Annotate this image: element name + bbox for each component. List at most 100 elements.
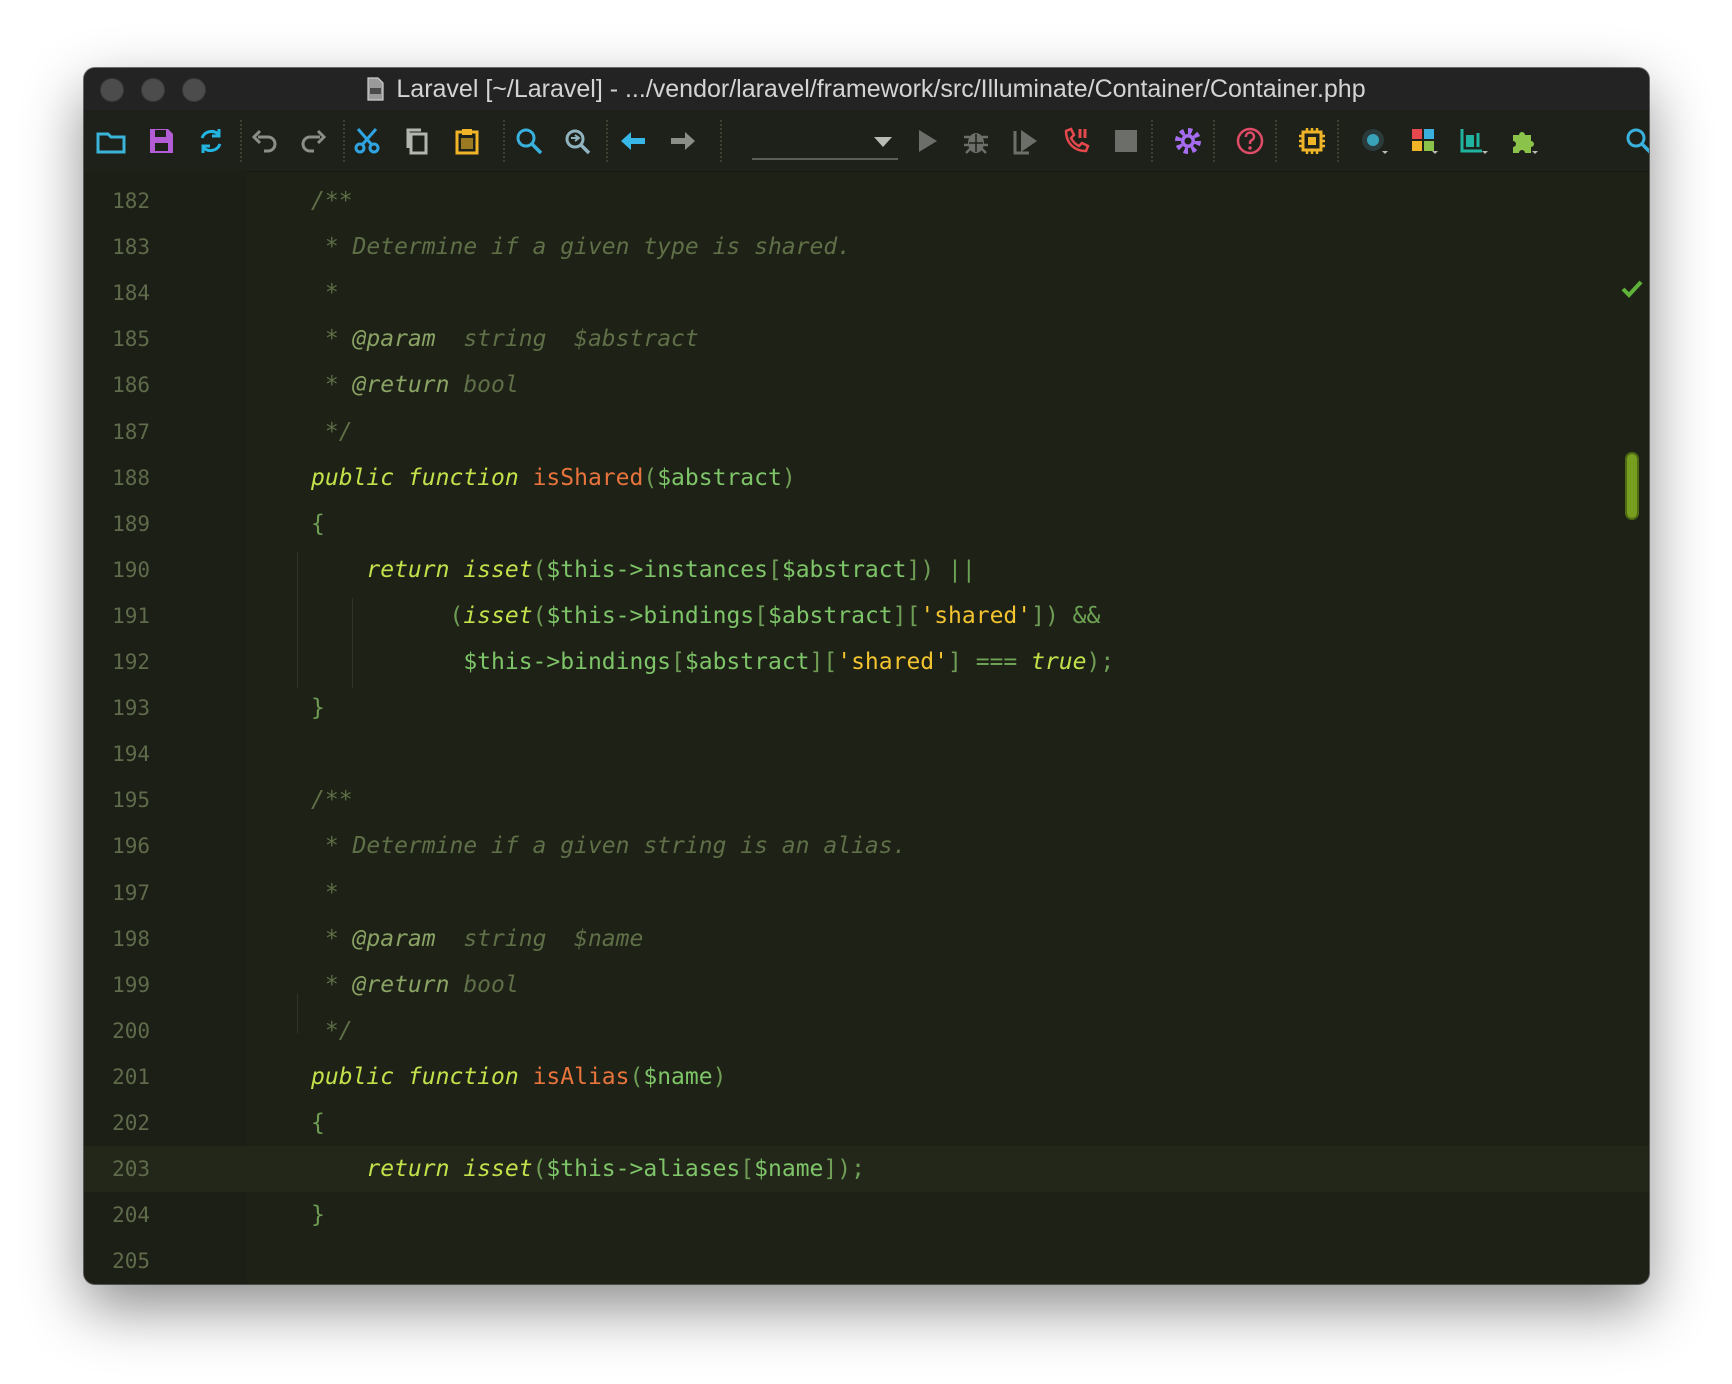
close-window-button[interactable] [100, 78, 124, 102]
open-folder-button[interactable] [94, 124, 128, 158]
code-text: /** [311, 777, 353, 823]
search-button[interactable] [1622, 124, 1649, 158]
data-icon [1460, 129, 1488, 154]
code-token: /** [311, 188, 353, 214]
toolbar-separator [1151, 120, 1153, 162]
stop-icon [1115, 130, 1137, 152]
replace-button[interactable] [560, 124, 594, 158]
toolbar-separator [1337, 120, 1339, 162]
sync-icon [200, 129, 222, 153]
code-token: } [311, 1202, 325, 1229]
line-number: 195 [112, 788, 150, 813]
toolbar-separator [606, 120, 608, 162]
code-token: [ [767, 556, 782, 583]
code-line: 199 * @return bool [84, 962, 1649, 1008]
line-number: 193 [112, 696, 150, 721]
chevron-down-icon [874, 137, 892, 147]
settings-gear-icon [1175, 128, 1201, 154]
help-button[interactable] [1233, 124, 1267, 158]
run-coverage-button[interactable] [1009, 124, 1043, 158]
back-arrow-icon [621, 132, 645, 150]
data-button[interactable] [1457, 124, 1491, 158]
title-bar: Laravel [~/Laravel] - .../vendor/laravel… [84, 68, 1649, 110]
chip-button[interactable] [1295, 124, 1329, 158]
debug-button[interactable] [959, 124, 993, 158]
code-token: */ [311, 418, 353, 445]
minimize-window-button[interactable] [141, 78, 165, 102]
code-token: ][ [892, 602, 921, 629]
code-line: 190 return isset($this->instances[$abstr… [84, 547, 1649, 593]
zoom-window-button[interactable] [182, 78, 206, 102]
code-token: * [311, 971, 353, 998]
toolbar-separator [343, 120, 345, 162]
code-text: * [311, 870, 339, 916]
code-line: 201 public function isAlias($name) [84, 1054, 1649, 1100]
record-button[interactable] [1357, 124, 1391, 158]
code-text: * Determine if a given type is shared. [311, 224, 851, 270]
code-token: @param [352, 326, 436, 353]
line-number: 184 [112, 281, 150, 306]
back-arrow-button[interactable] [616, 124, 650, 158]
chip-icon [1299, 128, 1325, 154]
code-editor[interactable]: 182 /** 183 * Determine if a given type is… [84, 171, 1649, 1284]
paste-button[interactable] [450, 124, 484, 158]
find-icon [516, 128, 543, 155]
copy-icon [406, 128, 428, 155]
find-button[interactable] [512, 124, 546, 158]
settings-gear-button[interactable] [1171, 124, 1205, 158]
layout-icon [1412, 129, 1438, 154]
help-icon [1236, 127, 1264, 155]
code-text: */ [311, 409, 353, 455]
php-file-icon [367, 77, 384, 101]
vertical-scrollbar-thumb[interactable] [1625, 452, 1639, 520]
plugin-icon [1513, 132, 1538, 154]
code-line: 189 { [84, 501, 1649, 547]
line-number: 199 [112, 972, 150, 997]
code-token: string $abstract [435, 326, 699, 353]
phone-listen-icon [1064, 127, 1090, 153]
code-text: */ [311, 1008, 353, 1054]
line-number: 187 [112, 419, 150, 444]
code-token: === [975, 649, 1018, 675]
window-title: Laravel [~/Laravel] - .../vendor/laravel… [396, 74, 1366, 103]
run-button[interactable] [909, 124, 943, 158]
code-line: 200 */ [84, 1008, 1649, 1054]
line-number: 183 [112, 235, 150, 260]
code-text: $this->bindings[$abstract]['shared'] ===… [311, 639, 1114, 685]
copy-button[interactable] [400, 124, 434, 158]
code-token: ( [311, 602, 464, 629]
code-token: ( [532, 602, 547, 629]
line-number: 197 [112, 880, 150, 905]
code-token: 'shared' [837, 649, 948, 675]
code-text: * Determine if a given string is an alia… [311, 823, 907, 869]
code-line: 204} [84, 1192, 1649, 1238]
paste-icon [455, 129, 479, 155]
run-configuration-select[interactable] [752, 124, 898, 160]
save-icon [150, 129, 173, 153]
undo-button[interactable] [247, 124, 281, 158]
toolbar-separator [720, 120, 722, 162]
redo-button[interactable] [297, 124, 331, 158]
code-line: 188 public function isShared($abstract) [84, 455, 1649, 501]
code-line: 193} [84, 685, 1649, 731]
code-token: ) [781, 464, 796, 491]
code-text: * [311, 270, 339, 316]
forward-arrow-icon [671, 132, 695, 150]
stop-button[interactable] [1109, 124, 1143, 158]
sync-button[interactable] [194, 124, 228, 158]
checkmark-icon [1621, 280, 1643, 298]
phone-listen-button[interactable] [1059, 124, 1093, 158]
code-text: * @param string $abstract [311, 316, 699, 362]
forward-arrow-button[interactable] [666, 124, 700, 158]
code-token: /** [311, 787, 353, 814]
record-icon [1362, 129, 1388, 154]
save-button[interactable] [144, 124, 178, 158]
code-token: [ [671, 649, 685, 675]
code-token: [ [740, 1156, 755, 1183]
layout-button[interactable] [1407, 124, 1441, 158]
cut-button[interactable] [350, 124, 384, 158]
run-icon [919, 130, 937, 152]
debug-icon [964, 133, 988, 154]
plugin-button[interactable] [1507, 124, 1541, 158]
